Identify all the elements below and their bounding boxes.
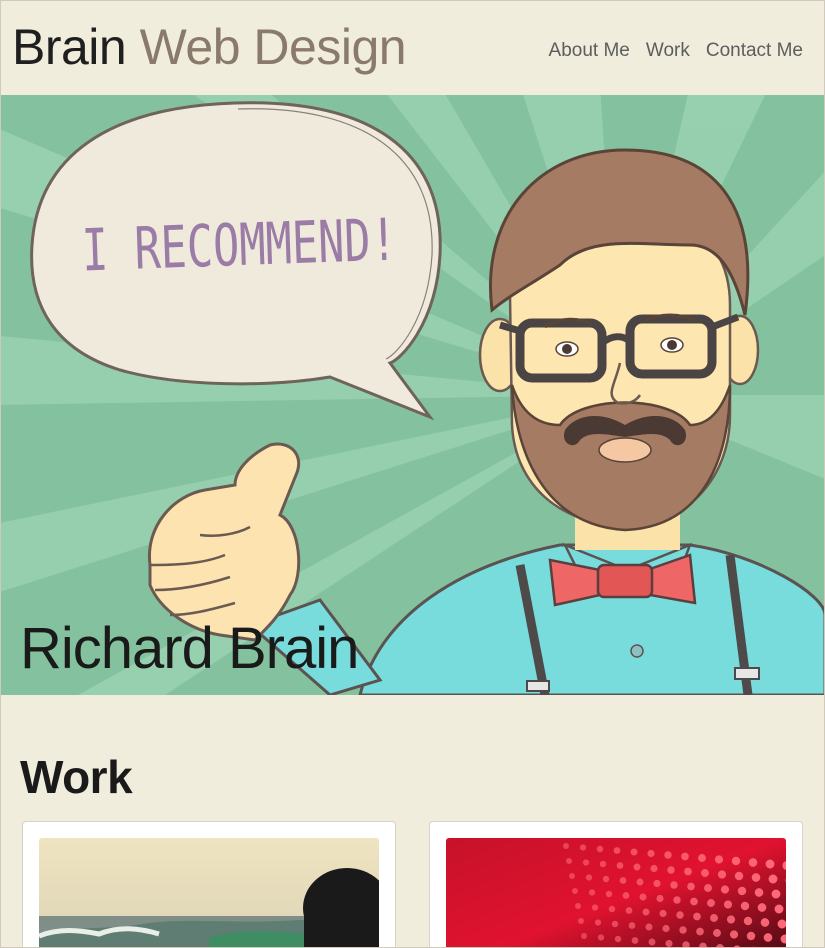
hero-banner: I RECOMMEND! Richard Brain [0, 95, 825, 695]
work-card-2[interactable] [429, 821, 803, 948]
work-thumbnail-red-lights[interactable] [446, 838, 786, 948]
nav-about-me[interactable]: About Me [549, 38, 630, 64]
speech-text: I RECOMMEND! [81, 206, 398, 285]
brand-primary: Brain [12, 19, 127, 75]
nav-work[interactable]: Work [646, 38, 690, 64]
site-logo[interactable]: Brain Web Design [12, 14, 407, 80]
hero-illustration: I RECOMMEND! [0, 95, 825, 695]
work-thumbnail-beach[interactable] [39, 838, 379, 948]
hero-name: Richard Brain [20, 616, 359, 681]
work-card-1[interactable] [22, 821, 396, 948]
main-nav: About Me Work Contact Me [549, 38, 803, 64]
site-header: Brain Web Design About Me Work Contact M… [0, 0, 825, 95]
work-section-title: Work [20, 751, 133, 803]
brand-secondary: Web Design [139, 19, 407, 75]
nav-contact-me[interactable]: Contact Me [706, 38, 803, 64]
